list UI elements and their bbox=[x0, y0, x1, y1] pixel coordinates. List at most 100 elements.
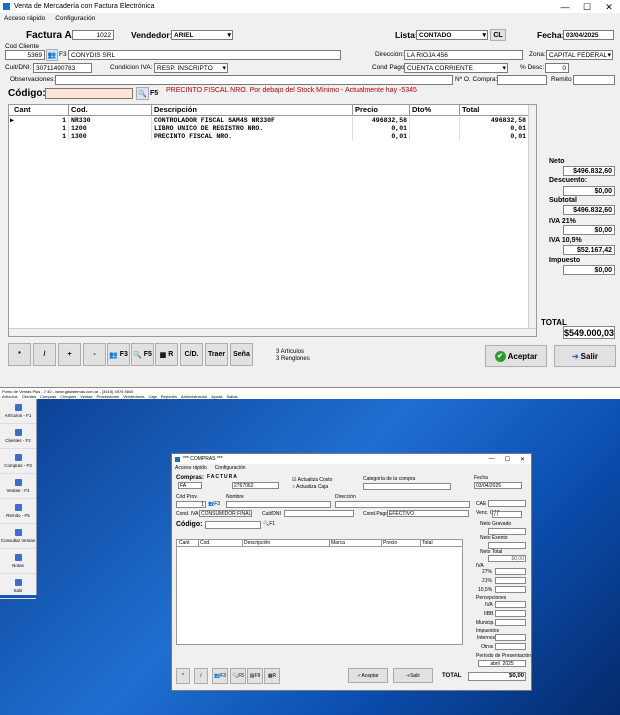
cae-field[interactable] bbox=[488, 500, 526, 507]
f1-label[interactable]: 🔍F1 bbox=[263, 521, 275, 527]
vendedor-select[interactable]: ARIEL bbox=[171, 30, 233, 40]
aceptar-button[interactable]: ✔ Aceptar bbox=[348, 668, 388, 683]
cell-cant[interactable]: 1 bbox=[9, 133, 69, 141]
menu-acceso-rapido[interactable]: Acceso rápido bbox=[4, 15, 45, 22]
aceptar-button[interactable]: ✔ Aceptar bbox=[485, 345, 547, 367]
menu-salida[interactable]: Salida bbox=[227, 394, 238, 399]
col-dto[interactable]: Dto% bbox=[410, 105, 460, 115]
menu-configuracion[interactable]: Configuración bbox=[55, 15, 95, 22]
menu-administracion[interactable]: Administración bbox=[181, 394, 207, 399]
menu-ventas[interactable]: Ventas bbox=[80, 394, 92, 399]
periodo-field[interactable]: abril 2025 bbox=[478, 660, 526, 667]
col-total[interactable]: Total bbox=[421, 540, 462, 546]
neto-exento-field[interactable] bbox=[488, 542, 526, 549]
vertical-scrollbar[interactable] bbox=[528, 105, 536, 330]
cell-cod[interactable]: 1200 bbox=[69, 125, 152, 133]
col-precio[interactable]: Precio bbox=[382, 540, 421, 546]
cell-dto[interactable] bbox=[410, 117, 460, 125]
search-icon[interactable]: 🔍 bbox=[136, 87, 149, 100]
fecha-field[interactable]: 03/04/2025 bbox=[563, 30, 614, 40]
cod-cliente-field[interactable]: 5369 bbox=[5, 50, 45, 60]
col-cod[interactable]: Cod. bbox=[69, 105, 152, 115]
table-row[interactable]: ▶ 1 NR330 CONTROLADOR FISCAL SAM4S NR330F… bbox=[9, 117, 529, 125]
items-grid[interactable]: Cant Cod. Descripción Precio Dto% Total … bbox=[8, 104, 537, 337]
menu-vendedores[interactable]: Vendedores bbox=[123, 394, 144, 399]
venc-cae-field[interactable]: / / bbox=[492, 511, 522, 518]
cell-cod[interactable]: 1300 bbox=[69, 133, 152, 141]
close-icon[interactable]: ✕ bbox=[598, 1, 620, 13]
col-cant[interactable]: Cant bbox=[177, 540, 199, 546]
n-compra-field[interactable] bbox=[497, 75, 547, 85]
sidebar-item-notas[interactable]: Notas bbox=[0, 549, 36, 574]
minimize-icon[interactable]: — bbox=[489, 456, 495, 463]
observaciones-field[interactable] bbox=[55, 75, 453, 85]
f3-button[interactable]: 👥 F3 bbox=[212, 668, 228, 684]
iva27-field[interactable] bbox=[495, 568, 526, 575]
cell-cant[interactable]: ▶ 1 bbox=[9, 117, 69, 125]
cod-prov-field[interactable]: 1 bbox=[176, 501, 206, 508]
table-row[interactable]: 1 1200 LIBRO UNICO DE REGISTRO NRO. 0,01… bbox=[9, 125, 529, 133]
r-button[interactable]: ▦ R bbox=[264, 668, 280, 684]
codigo-input[interactable] bbox=[205, 521, 261, 529]
actualiza-caja-checkbox[interactable]: ○ Actualiza Caja bbox=[292, 484, 328, 490]
categoria-select[interactable] bbox=[363, 483, 451, 490]
cell-dto[interactable] bbox=[410, 125, 460, 133]
multiply-button[interactable]: * bbox=[8, 343, 31, 366]
f9-button[interactable]: ▤ F9 bbox=[247, 668, 263, 684]
sena-button[interactable]: Seña bbox=[230, 343, 253, 366]
menu-compras[interactable]: Compras bbox=[40, 394, 56, 399]
cell-dto[interactable] bbox=[410, 133, 460, 141]
numero-field[interactable]: 2767062 bbox=[232, 482, 279, 489]
cell-desc[interactable]: LIBRO UNICO DE REGISTRO NRO. bbox=[152, 125, 353, 133]
horizontal-scrollbar[interactable] bbox=[9, 328, 536, 336]
menu-reportes[interactable]: Reportes bbox=[161, 394, 177, 399]
compras-grid[interactable]: Cant Cod. Descripción Marca Precio Total bbox=[176, 539, 463, 645]
sidebar-item-salir[interactable]: Salir bbox=[0, 574, 36, 599]
direccion-field[interactable] bbox=[335, 501, 470, 508]
maximize-icon[interactable]: ☐ bbox=[505, 456, 510, 463]
sidebar-item-compras[interactable]: Compras - F3 bbox=[0, 449, 36, 474]
menu-ayuda[interactable]: Ayuda bbox=[211, 394, 222, 399]
menu-configuracion[interactable]: Configuración bbox=[215, 465, 246, 471]
cell-total[interactable]: 0,01 bbox=[460, 125, 529, 133]
cell-total[interactable]: 496832,58 bbox=[460, 117, 529, 125]
perc-iibb-field[interactable] bbox=[495, 610, 526, 617]
col-total[interactable]: Total bbox=[460, 105, 529, 115]
iva105-field[interactable] bbox=[495, 586, 526, 593]
cond-pago-select[interactable]: CUENTA CORRIENTE bbox=[404, 63, 508, 73]
cell-precio[interactable]: 496832,58 bbox=[353, 117, 410, 125]
cond-iva-select[interactable]: CONSUMIDOR FINAL bbox=[199, 510, 252, 517]
cuit-field[interactable]: 30711490783 bbox=[33, 63, 92, 73]
table-row[interactable]: 1 1300 PRECINTO FISCAL NRO. 0,01 0,01 bbox=[9, 133, 529, 141]
cell-precio[interactable]: 0,01 bbox=[353, 125, 410, 133]
lista-select[interactable]: CONTADO bbox=[416, 30, 488, 40]
col-descripcion[interactable]: Descripción bbox=[243, 540, 330, 546]
direccion-field[interactable]: LA RIOJA 456 bbox=[404, 50, 523, 60]
sidebar-item-clientes[interactable]: Clientes - F2 bbox=[0, 424, 36, 449]
otros-field[interactable] bbox=[495, 643, 526, 650]
sidebar-item-consultar-ventas[interactable]: Consultar Ventas bbox=[0, 524, 36, 549]
cell-desc[interactable]: PRECINTO FISCAL NRO. bbox=[152, 133, 353, 141]
cliente-nombre-field[interactable]: CONYDIS SRL bbox=[68, 50, 341, 60]
neto-gravado-field[interactable] bbox=[488, 528, 526, 535]
cell-cant[interactable]: 1 bbox=[9, 125, 69, 133]
f3-button[interactable]: 👥 F3 bbox=[107, 343, 130, 366]
desc-field[interactable]: 0 bbox=[545, 63, 569, 73]
iva21-field[interactable] bbox=[495, 577, 526, 584]
f5-button[interactable]: 🔍 F5 bbox=[230, 668, 246, 684]
users-icon[interactable]: 👥 bbox=[46, 49, 58, 61]
cond-pago-select[interactable]: EFECTIVO bbox=[387, 510, 469, 517]
col-descripcion[interactable]: Descripción bbox=[152, 105, 353, 115]
traer-button[interactable]: Traer bbox=[205, 343, 228, 366]
minus-button[interactable]: - bbox=[83, 343, 106, 366]
cell-total[interactable]: 0,01 bbox=[460, 133, 529, 141]
salir-button[interactable]: ➜ Salir bbox=[554, 345, 616, 367]
perc-munic-field[interactable] bbox=[495, 619, 526, 626]
cell-cod[interactable]: NR330 bbox=[69, 117, 152, 125]
factura-number[interactable]: 1022 bbox=[72, 30, 114, 40]
fecha-field[interactable]: 03/04/2025 bbox=[474, 482, 522, 489]
sidebar-item-ventas[interactable]: Ventas - F4 bbox=[0, 474, 36, 499]
multiply-button[interactable]: * bbox=[176, 668, 190, 684]
divide-button[interactable]: / bbox=[33, 343, 56, 366]
f3-label[interactable]: 👥F3 bbox=[208, 501, 220, 507]
